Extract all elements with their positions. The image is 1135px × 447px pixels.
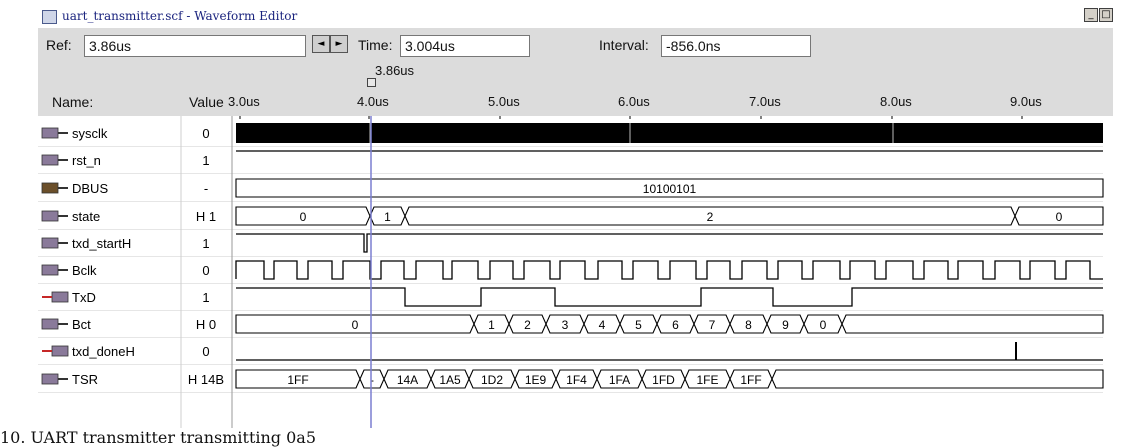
- bct-bus-value-label: 9: [782, 318, 789, 332]
- tsr-bus-value-label: 1FF: [287, 373, 308, 387]
- signal-value-txd_startH: 1: [202, 236, 209, 251]
- txd-waveform: [236, 287, 1103, 307]
- buried-node-icon: [41, 318, 68, 330]
- input-pin-icon: [41, 264, 68, 276]
- tsr-bus-value-label: 1E9: [525, 373, 547, 387]
- state-bus-value-label: 0: [300, 210, 307, 224]
- bct-bus-value-label: 4: [599, 318, 606, 332]
- signal-value-TxD: 1: [202, 290, 209, 305]
- time-axis-tick-label: 4.0us: [357, 94, 389, 109]
- output-pin-icon: [42, 291, 69, 303]
- signal-value-txd_doneH: 0: [202, 344, 209, 359]
- input-pin-icon: [41, 127, 68, 139]
- tsr-bus-value-label: 1FF: [740, 373, 761, 387]
- signal-value-state: H 1: [196, 209, 216, 224]
- bct-bus-value-label: 2: [524, 318, 531, 332]
- bct-bus-segment: [841, 314, 1104, 334]
- tsr-bus-value-label: 1FE: [696, 373, 718, 387]
- state-bus-value-label: 1: [384, 210, 391, 224]
- signal-name-txd_doneH: txd_doneH: [72, 344, 135, 359]
- tsr-bus-value-label: 1F4: [566, 373, 587, 387]
- signal-name-DBUS: DBUS: [72, 181, 108, 196]
- time-axis-tick-label: 9.0us: [1010, 94, 1042, 109]
- maximize-button[interactable]: □: [1099, 8, 1113, 22]
- cursor-handle[interactable]: [367, 78, 376, 87]
- signal-value-DBUS: -: [204, 181, 208, 196]
- signal-name-Bct: Bct: [72, 317, 91, 332]
- minimize-button[interactable]: _: [1084, 8, 1098, 22]
- signal-name-sysclk: sysclk: [72, 126, 108, 141]
- time-axis-tick-label: 6.0us: [618, 94, 650, 109]
- toolbar: Ref: 3.86us ◄ ► Time: 3.004us Interval: …: [38, 28, 1113, 116]
- waveform-canvas: sysclk 0 rst_n 1 DBUS - state H 1 txd_startH 1 Bcl…: [38, 116, 1104, 428]
- bct-bus-value-label: 3: [562, 318, 569, 332]
- time-axis-tick-label: 8.0us: [880, 94, 912, 109]
- tsr-bus-value-label: 14A: [397, 373, 418, 387]
- next-transition-button[interactable]: ►: [330, 35, 348, 53]
- time-axis-tick-label: 5.0us: [488, 94, 520, 109]
- signal-value-Bclk: 0: [202, 263, 209, 278]
- input-pin-icon: [41, 237, 68, 249]
- tsr-bus-segment: [771, 369, 1104, 389]
- time-axis-tick-label: 3.0us: [228, 94, 260, 109]
- cursor-time-label: 3.86us: [375, 63, 415, 78]
- bct-bus-value-label: 5: [635, 318, 642, 332]
- tsr-bus-value-label: 1FA: [609, 373, 630, 387]
- signal-value-TSR: H 14B: [188, 372, 224, 387]
- value-column-header: Value: [189, 94, 224, 110]
- title-bar: uart_transmitter.scf - Waveform Editor _…: [0, 0, 1135, 28]
- output-pin-icon: [42, 345, 69, 357]
- bct-bus-value-label: 1: [488, 318, 495, 332]
- time-axis-tick-label: 7.0us: [749, 94, 781, 109]
- time-label: Time:: [358, 37, 393, 53]
- time-field[interactable]: 3.004us: [400, 35, 530, 57]
- window-title: uart_transmitter.scf - Waveform Editor: [62, 9, 298, 23]
- bct-bus-value-label: 0: [820, 318, 827, 332]
- tsr-bus-value-label: 1FD: [652, 373, 675, 387]
- state-bus-value-label: 0: [1056, 210, 1063, 224]
- prev-transition-button[interactable]: ◄: [312, 35, 330, 53]
- signal-name-txd_startH: txd_startH: [72, 236, 131, 251]
- name-column-header: Name:: [52, 94, 94, 110]
- signal-name-rst_n: rst_n: [72, 153, 101, 168]
- txd-starth-waveform: [236, 233, 1103, 253]
- figure-caption: 10. UART transmitter transmitting 0a5: [0, 428, 317, 447]
- input-pin-icon: [41, 154, 68, 166]
- dbus-bus-value-label: 10100101: [643, 182, 697, 196]
- bct-bus-value-label: 8: [745, 318, 752, 332]
- buried-node-icon: [41, 210, 68, 222]
- signal-name-TxD: TxD: [72, 290, 96, 305]
- signal-name-Bclk: Bclk: [72, 263, 97, 278]
- input-bus-icon: [41, 182, 68, 194]
- bct-bus-value-label: 7: [709, 318, 716, 332]
- ref-label: Ref:: [46, 37, 72, 53]
- state-bus-value-label: 2: [707, 210, 714, 224]
- waveform-app-icon: [42, 10, 57, 24]
- signal-name-state: state: [72, 209, 100, 224]
- ref-field[interactable]: 3.86us: [84, 35, 306, 57]
- signal-value-sysclk: 0: [202, 126, 209, 141]
- buried-node-icon: [41, 373, 68, 385]
- signal-name-TSR: TSR: [72, 372, 98, 387]
- sysclk-waveform: [236, 123, 1103, 143]
- bclk-waveform: [235, 260, 1103, 280]
- bct-bus-value-label: 0: [352, 318, 359, 332]
- tsr-bus-value-label: 1A5: [439, 373, 461, 387]
- signal-value-Bct: H 0: [196, 317, 216, 332]
- waveform-area: sysclk 0 rst_n 1 DBUS - state H 1 txd_startH 1 Bcl…: [38, 116, 1113, 428]
- bct-bus-value-label: 6: [672, 318, 679, 332]
- tsr-bus-value-label: 1D2: [481, 373, 503, 387]
- interval-field[interactable]: -856.0ns: [661, 35, 811, 57]
- interval-label: Interval:: [599, 37, 649, 53]
- signal-value-rst_n: 1: [202, 153, 209, 168]
